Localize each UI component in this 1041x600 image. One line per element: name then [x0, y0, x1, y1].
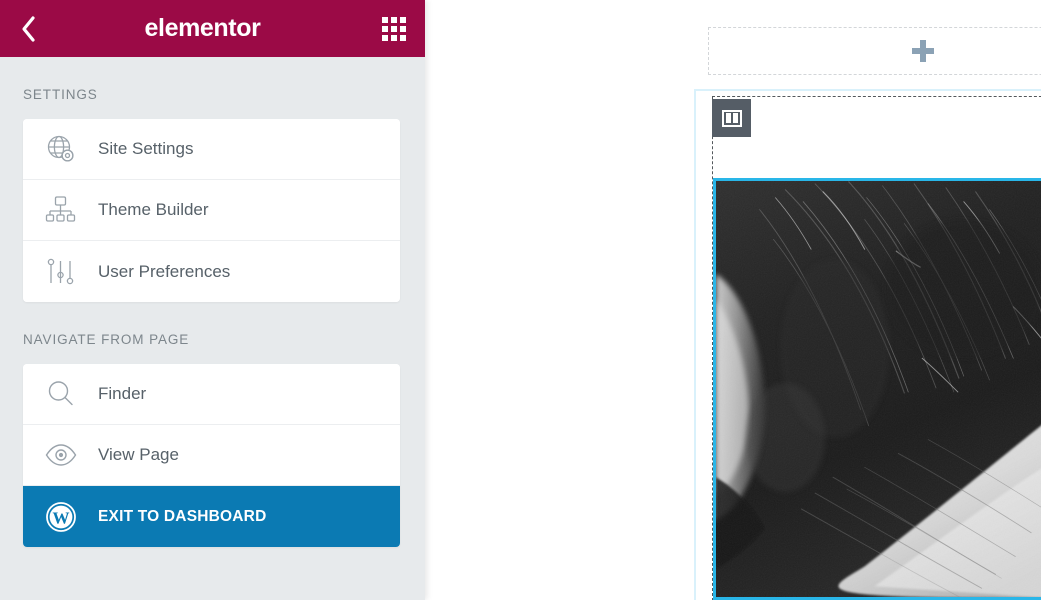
eye-icon — [44, 438, 98, 472]
page-preview-canvas — [425, 0, 1041, 600]
chevron-left-icon — [18, 14, 38, 44]
sidebar-item-exit-to-dashboard[interactable]: W EXIT TO DASHBOARD — [23, 486, 400, 547]
add-new-section-placeholder[interactable] — [708, 27, 1041, 75]
svg-text:W: W — [53, 508, 70, 527]
editor-panel: elementor SETTINGS Site Settings Theme B… — [0, 0, 425, 600]
sidebar-item-label: Finder — [98, 384, 147, 403]
image-widget[interactable] — [713, 178, 1041, 600]
apps-grid-icon — [382, 16, 406, 41]
sidebar-item-label: Theme Builder — [98, 200, 209, 219]
navigate-group-label: NAVIGATE FROM PAGE — [23, 331, 190, 347]
plus-icon — [912, 40, 934, 62]
globe-settings-icon — [44, 132, 98, 166]
sidebar-item-site-settings[interactable]: Site Settings — [23, 119, 400, 180]
photo-horse-mane — [716, 181, 1041, 597]
settings-group-label: SETTINGS — [23, 86, 98, 102]
sidebar-item-label: EXIT TO DASHBOARD — [98, 507, 267, 525]
panel-title: elementor — [144, 14, 261, 42]
column-handle-button[interactable] — [712, 99, 751, 137]
columns-icon — [721, 109, 742, 127]
sidebar-item-theme-builder[interactable]: Theme Builder — [23, 180, 400, 241]
sidebar-item-user-preferences[interactable]: User Preferences — [23, 241, 400, 302]
navigate-menu-card: Finder View Page W EXIT TO DASHBOARD — [23, 364, 400, 547]
apps-grid-button[interactable] — [363, 0, 425, 57]
sidebar-item-label: View Page — [98, 445, 179, 464]
search-icon — [44, 377, 98, 411]
sidebar-item-label: Site Settings — [98, 139, 194, 158]
sidebar-item-finder[interactable]: Finder — [23, 364, 400, 425]
sliders-icon — [44, 255, 98, 289]
elementor-editor: elementor SETTINGS Site Settings Theme B… — [0, 0, 1041, 600]
panel-header: elementor — [0, 0, 425, 57]
settings-menu-card: Site Settings Theme Builder User Prefere… — [23, 119, 400, 302]
sidebar-item-view-page[interactable]: View Page — [23, 425, 400, 486]
wordpress-icon: W — [44, 500, 98, 534]
sitemap-icon — [44, 193, 98, 227]
sidebar-item-label: User Preferences — [98, 261, 231, 281]
